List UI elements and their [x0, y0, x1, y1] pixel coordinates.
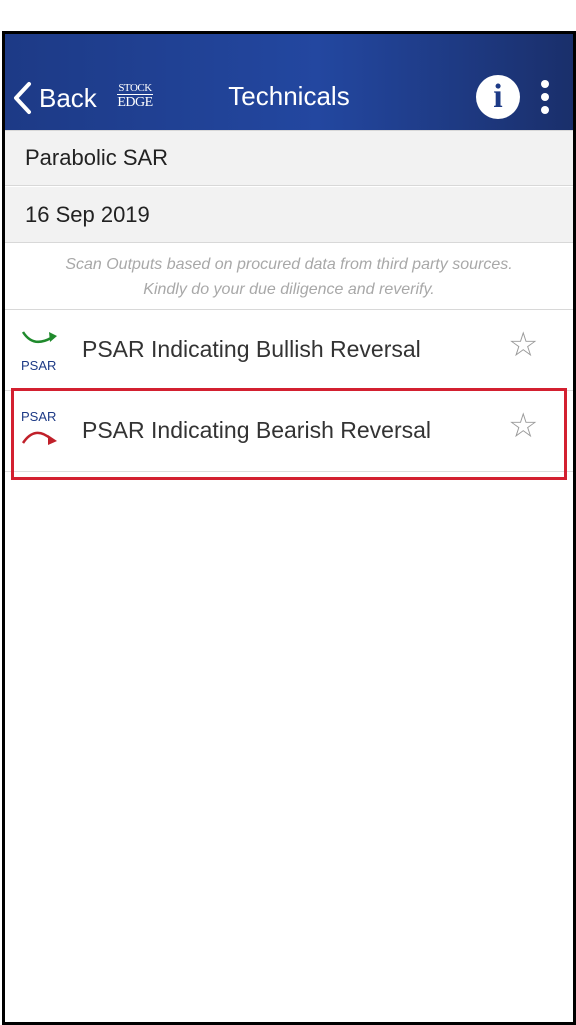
psar-icon-text: PSAR: [21, 358, 56, 373]
scan-item-label: PSAR Indicating Bearish Reversal: [82, 417, 431, 443]
psar-bearish-icon: PSAR: [21, 409, 57, 445]
scan-date: 16 Sep 2019: [5, 187, 573, 243]
indicator-header: Parabolic SAR: [5, 130, 573, 186]
scan-item-bullish-reversal[interactable]: PSAR PSAR Indicating Bullish Reversal ☆: [5, 310, 573, 391]
scan-item-bearish-reversal[interactable]: PSAR PSAR Indicating Bearish Reversal ☆: [5, 391, 573, 472]
disclaimer-line-2: Kindly do your due diligence and reverif…: [143, 281, 435, 298]
star-icon[interactable]: ☆: [508, 328, 538, 362]
more-options-icon[interactable]: [537, 78, 553, 118]
star-icon[interactable]: ☆: [508, 409, 538, 443]
scan-item-label: PSAR Indicating Bullish Reversal: [82, 336, 421, 362]
disclaimer-line-1: Scan Outputs based on procured data from…: [65, 256, 513, 273]
info-icon: i: [493, 78, 503, 115]
psar-bullish-icon: PSAR: [21, 331, 57, 373]
navigation-bar: Back STOCK EDGE Technicals i: [5, 34, 573, 130]
info-button[interactable]: i: [476, 75, 520, 119]
psar-icon-text: PSAR: [21, 409, 56, 424]
disclaimer-text: Scan Outputs based on procured data from…: [5, 244, 573, 310]
phone-screen: Back STOCK EDGE Technicals i Parabolic S…: [2, 31, 576, 1025]
